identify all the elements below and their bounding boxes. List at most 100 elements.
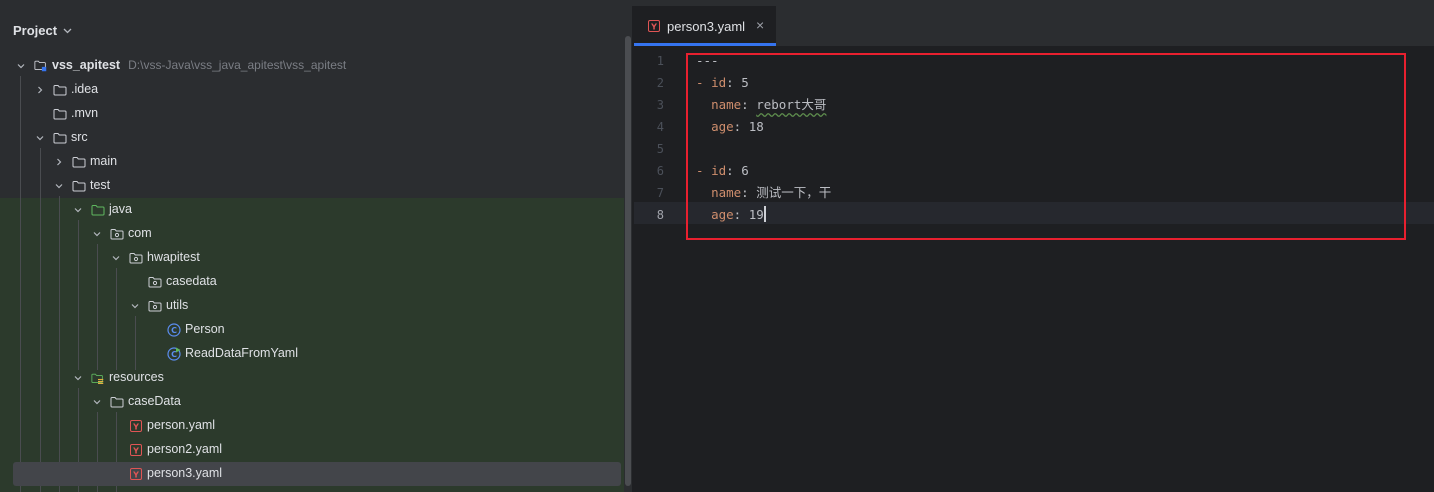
svg-text:Y: Y bbox=[132, 447, 139, 456]
line-number: 7 bbox=[656, 186, 664, 200]
line-number: 4 bbox=[656, 120, 664, 134]
chevron-down-icon[interactable] bbox=[54, 181, 64, 191]
tree-item-label: ReadDataFromYaml bbox=[185, 346, 298, 360]
svg-text:Y: Y bbox=[650, 23, 657, 32]
tree-item[interactable]: Yperson.yaml bbox=[0, 414, 624, 438]
selection-highlight bbox=[13, 462, 621, 486]
folder-icon bbox=[72, 155, 86, 169]
yaml-file-icon: Y bbox=[129, 467, 143, 481]
svg-text:C: C bbox=[171, 326, 177, 335]
chevron-down-icon[interactable] bbox=[73, 205, 83, 215]
tree-item-label: main bbox=[90, 154, 117, 168]
project-path: D:\vss-Java\vss_java_apitest\vss_apitest bbox=[128, 58, 347, 72]
chevron-down-icon[interactable] bbox=[35, 133, 45, 143]
test-source-folder-icon bbox=[91, 203, 105, 217]
tree-item-label: resources bbox=[109, 370, 164, 384]
tree-item[interactable]: .idea bbox=[0, 78, 624, 102]
tree-item[interactable]: Yperson3.yaml bbox=[0, 462, 624, 486]
chevron-right-icon[interactable] bbox=[35, 85, 45, 95]
tree-item[interactable]: main bbox=[0, 150, 624, 174]
tab-person3-yaml[interactable]: Y person3.yaml × bbox=[634, 6, 776, 46]
line-number: 1 bbox=[656, 54, 664, 68]
line-number: 5 bbox=[656, 142, 664, 156]
line-number: 8 bbox=[656, 208, 664, 222]
annotation-highlight-box bbox=[686, 53, 1406, 240]
tree-item[interactable]: vss_apitest D:\vss-Java\vss_java_apitest\… bbox=[0, 54, 624, 78]
package-icon bbox=[148, 275, 162, 289]
tree-item[interactable]: C Person bbox=[0, 318, 624, 342]
tree-item-label: Person bbox=[185, 322, 225, 336]
yaml-file-icon: Y bbox=[129, 443, 143, 457]
tree-item-label: .mvn bbox=[71, 106, 98, 120]
folder-icon bbox=[110, 395, 124, 409]
tree-item-name: .idea bbox=[71, 82, 99, 96]
tree-item-label: com bbox=[128, 226, 152, 240]
project-view-selector[interactable]: Project bbox=[13, 20, 72, 40]
package-icon bbox=[148, 299, 162, 313]
tree-item-label: caseData bbox=[128, 394, 181, 408]
tree-item[interactable]: hwapitest bbox=[0, 246, 624, 270]
tree-item-label: person3.yaml bbox=[147, 466, 222, 480]
folder-icon bbox=[53, 83, 67, 97]
tree-item[interactable]: test bbox=[0, 174, 624, 198]
project-scrollbar[interactable] bbox=[624, 6, 632, 492]
folder-icon bbox=[53, 131, 67, 145]
line-number: 3 bbox=[656, 98, 664, 112]
tree-item-label: src bbox=[71, 130, 88, 144]
tree-item-name: person.yaml bbox=[147, 418, 216, 432]
tree-item[interactable]: Yperson2.yaml bbox=[0, 438, 624, 462]
tree-item-label: test bbox=[90, 178, 110, 192]
tree-item-name: person2.yaml bbox=[147, 442, 223, 456]
scrollbar-thumb[interactable] bbox=[625, 36, 631, 486]
tree-item-name: src bbox=[71, 130, 88, 144]
project-tool-window: Project vss_apitest D:\vss-Java\vss_java_… bbox=[0, 6, 624, 492]
project-title: Project bbox=[13, 22, 58, 38]
tree-item[interactable]: resources bbox=[0, 366, 624, 390]
tree-item[interactable]: casedata bbox=[0, 270, 624, 294]
tree-item-label: utils bbox=[166, 298, 188, 312]
chevron-right-icon[interactable] bbox=[54, 157, 64, 167]
close-tab-icon[interactable]: × bbox=[756, 17, 764, 33]
tree-item[interactable]: com bbox=[0, 222, 624, 246]
tree-item-name: person3.yaml bbox=[147, 466, 223, 480]
tree-item-name: com bbox=[128, 226, 152, 240]
chevron-down-icon[interactable] bbox=[73, 373, 83, 383]
chevron-down-icon[interactable] bbox=[92, 229, 102, 239]
tree-item-name: main bbox=[90, 154, 118, 168]
chevron-down-icon[interactable] bbox=[130, 301, 140, 311]
tree-item-name: utils bbox=[166, 298, 189, 312]
tree-item[interactable]: .mvn bbox=[0, 102, 624, 126]
tree-item[interactable]: C ReadDataFromYaml bbox=[0, 342, 624, 366]
tree-item-label: casedata bbox=[166, 274, 217, 288]
tree-item-name: test bbox=[90, 178, 111, 192]
tree-item-name: ReadDataFromYaml bbox=[185, 346, 299, 360]
tree-item-name: java bbox=[109, 202, 132, 216]
line-number: 6 bbox=[656, 164, 664, 178]
tree-item-label: person.yaml bbox=[147, 418, 215, 432]
tree-item-label: java bbox=[109, 202, 132, 216]
active-tab-indicator bbox=[634, 43, 776, 46]
chevron-down-icon[interactable] bbox=[111, 253, 121, 263]
tree-item-name: vss_apitest bbox=[52, 58, 121, 72]
yaml-file-icon: Y bbox=[648, 20, 660, 35]
tree-item-label: vss_apitest D:\vss-Java\vss_java_apitest\… bbox=[52, 58, 346, 72]
svg-text:Y: Y bbox=[132, 471, 139, 480]
tree-item-name: caseData bbox=[128, 394, 181, 408]
tree-item[interactable]: utils bbox=[0, 294, 624, 318]
tree-item-name: Person bbox=[185, 322, 225, 336]
tree-item-name: casedata bbox=[166, 274, 217, 288]
chevron-down-icon[interactable] bbox=[16, 61, 26, 71]
package-icon bbox=[110, 227, 124, 241]
java-class-icon: C bbox=[167, 323, 181, 337]
chevron-down-icon[interactable] bbox=[92, 397, 102, 407]
tree-item-label: person2.yaml bbox=[147, 442, 222, 456]
line-number: 2 bbox=[656, 76, 664, 90]
tree-item-label: .idea bbox=[71, 82, 98, 96]
package-icon bbox=[129, 251, 143, 265]
tree-item[interactable]: caseData bbox=[0, 390, 624, 414]
tree-item[interactable]: src bbox=[0, 126, 624, 150]
tree-item-name: resources bbox=[109, 370, 164, 384]
folder-icon bbox=[53, 107, 67, 121]
tree-item[interactable]: java bbox=[0, 198, 624, 222]
svg-text:Y: Y bbox=[132, 423, 139, 432]
